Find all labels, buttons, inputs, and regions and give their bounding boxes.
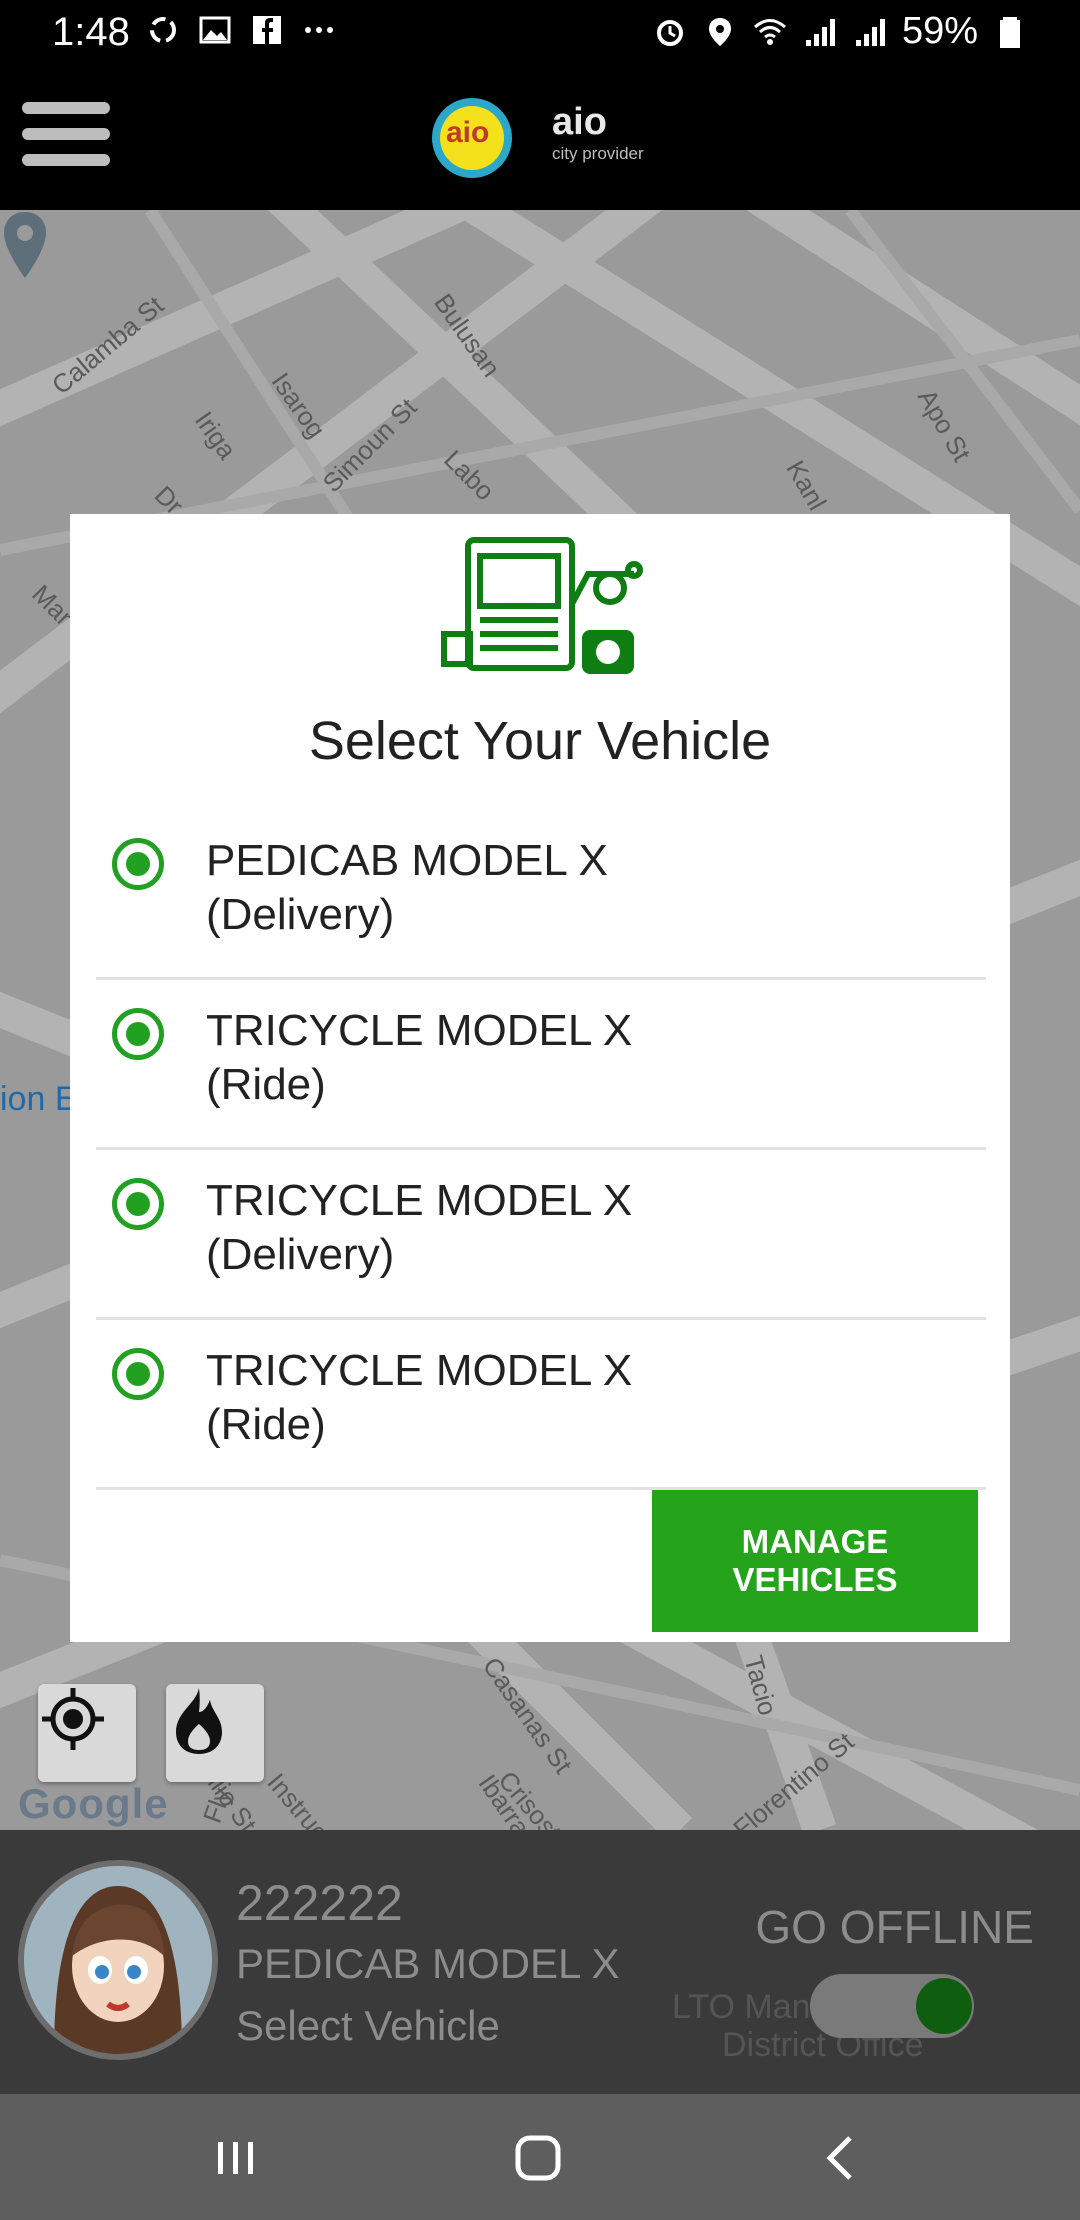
- flame-icon: [176, 1688, 222, 1754]
- vehicle-name: TRICYCLE MODEL X: [206, 1176, 633, 1225]
- status-time: 1:48: [52, 10, 130, 54]
- system-nav-bar: [0, 2094, 1080, 2220]
- manage-vehicles-button[interactable]: MANAGE VEHICLES: [652, 1490, 978, 1632]
- menu-icon[interactable]: [22, 102, 110, 174]
- radio-button[interactable]: [112, 1178, 164, 1230]
- signal-icon: [855, 18, 885, 46]
- street-label: ion E: [0, 1080, 78, 1118]
- heatmap-button[interactable]: [166, 1684, 264, 1782]
- status-right: 59%: [652, 10, 1028, 53]
- logo-subtitle: city provider: [552, 144, 644, 163]
- alarm-icon: [656, 19, 683, 46]
- google-logo: Google: [18, 1780, 169, 1827]
- sync-icon: [150, 17, 176, 43]
- vehicle-option[interactable]: TRICYCLE MODEL X (Ride): [96, 980, 986, 1150]
- vehicle-option[interactable]: TRICYCLE MODEL X (Delivery): [96, 1150, 986, 1320]
- status-left-icons: [145, 12, 337, 48]
- wifi-icon: [753, 18, 786, 45]
- vehicle-type: (Delivery): [206, 890, 395, 939]
- vehicle-name: PEDICAB MODEL X: [206, 836, 608, 885]
- vehicle-type: (Delivery): [206, 1230, 395, 1279]
- driver-id: 222222: [236, 1875, 403, 1931]
- status-bar: 1:48 59%: [0, 0, 1080, 66]
- select-vehicle-dialog: Select Your Vehicle PEDICAB MODEL X (Del…: [70, 514, 1010, 1642]
- driver-vehicle: PEDICAB MODEL X: [236, 1940, 620, 1987]
- facebook-icon: [253, 16, 281, 44]
- map-pin-icon[interactable]: [0, 210, 50, 280]
- radio-button[interactable]: [112, 838, 164, 890]
- select-vehicle-link[interactable]: Select Vehicle: [236, 2002, 500, 2050]
- go-offline-label: GO OFFLINE: [755, 1901, 1034, 1953]
- crosshair-icon: [42, 1688, 104, 1750]
- location-icon: [708, 17, 731, 46]
- vehicle-type: (Ride): [206, 1060, 326, 1109]
- app-logo-icon: aio: [432, 98, 512, 178]
- vehicle-option[interactable]: TRICYCLE MODEL X (Ride): [96, 1320, 986, 1490]
- gallery-icon: [199, 16, 231, 44]
- logo-title: aio: [552, 101, 607, 143]
- online-toggle-knob[interactable]: [916, 1978, 972, 2034]
- driver-panel: 222222 PEDICAB MODEL X Select Vehicle LT…: [0, 1830, 1080, 2094]
- vehicle-type: (Ride): [206, 1400, 326, 1449]
- home-icon[interactable]: [508, 2128, 568, 2188]
- recent-apps-icon[interactable]: [206, 2128, 266, 2188]
- dialog-title: Select Your Vehicle: [308, 711, 772, 771]
- avatar[interactable]: [18, 1860, 218, 2060]
- back-icon[interactable]: [812, 2128, 872, 2188]
- vehicle-list: PEDICAB MODEL X (Delivery) TRICYCLE MODE…: [96, 810, 986, 1490]
- battery-icon: [1000, 16, 1020, 48]
- vehicle-name: TRICYCLE MODEL X: [206, 1346, 633, 1395]
- app-logo-text: aio city provider: [552, 102, 644, 164]
- vehicle-option[interactable]: PEDICAB MODEL X (Delivery): [96, 810, 986, 980]
- avatar-image: [24, 1866, 212, 2054]
- vehicle-icon: [441, 537, 643, 674]
- vehicle-name: TRICYCLE MODEL X: [206, 1006, 633, 1055]
- battery-percent: 59%: [901, 10, 978, 52]
- my-location-button[interactable]: [38, 1684, 136, 1782]
- more-icon: [305, 27, 333, 33]
- radio-button[interactable]: [112, 1348, 164, 1400]
- app-header: aio aio city provider: [0, 66, 1080, 210]
- logo-badge-text: aio: [446, 116, 490, 149]
- radio-button[interactable]: [112, 1008, 164, 1060]
- signal-icon: [805, 18, 835, 46]
